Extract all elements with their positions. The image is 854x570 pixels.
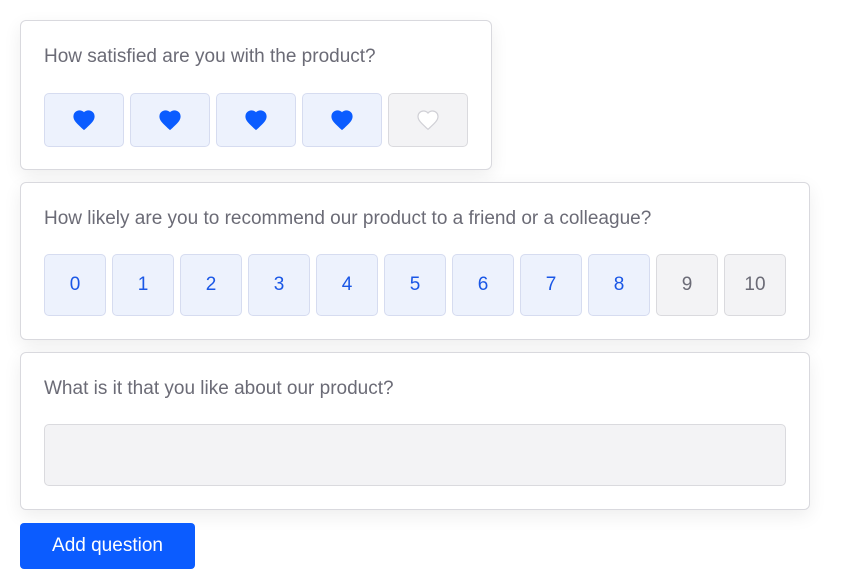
feedback-question-card: What is it that you like about our produ… xyxy=(20,352,810,510)
feedback-question-title: What is it that you like about our produ… xyxy=(44,378,394,399)
heart-icon xyxy=(245,110,267,131)
heart-rating-option[interactable] xyxy=(44,93,124,147)
recommend-question-card: How likely are you to recommend our prod… xyxy=(20,182,810,340)
nps-option-4[interactable]: 4 xyxy=(316,254,378,316)
satisfaction-question-title: How satisfied are you with the product? xyxy=(44,46,376,67)
nps-option-5[interactable]: 5 xyxy=(384,254,446,316)
heart-rating-option[interactable] xyxy=(130,93,210,147)
heart-icon xyxy=(417,110,439,131)
add-question-button[interactable]: Add question xyxy=(20,523,195,569)
nps-option-0[interactable]: 0 xyxy=(44,254,106,316)
nps-option-9[interactable]: 9 xyxy=(656,254,718,316)
heart-rating-option[interactable] xyxy=(388,93,468,147)
heart-rating-option[interactable] xyxy=(302,93,382,147)
nps-option-8[interactable]: 8 xyxy=(588,254,650,316)
satisfaction-question-card: How satisfied are you with the product? xyxy=(20,20,492,170)
nps-option-7[interactable]: 7 xyxy=(520,254,582,316)
heart-rating xyxy=(44,93,474,147)
nps-option-6[interactable]: 6 xyxy=(452,254,514,316)
heart-icon xyxy=(159,110,181,131)
feedback-text-input[interactable] xyxy=(44,424,786,486)
heart-icon xyxy=(331,110,353,131)
nps-option-2[interactable]: 2 xyxy=(180,254,242,316)
nps-option-10[interactable]: 10 xyxy=(724,254,786,316)
recommend-question-title: How likely are you to recommend our prod… xyxy=(44,208,652,229)
nps-scale: 0 1 2 3 4 5 6 7 8 9 10 xyxy=(44,254,792,316)
nps-option-3[interactable]: 3 xyxy=(248,254,310,316)
nps-option-1[interactable]: 1 xyxy=(112,254,174,316)
heart-rating-option[interactable] xyxy=(216,93,296,147)
heart-icon xyxy=(73,110,95,131)
